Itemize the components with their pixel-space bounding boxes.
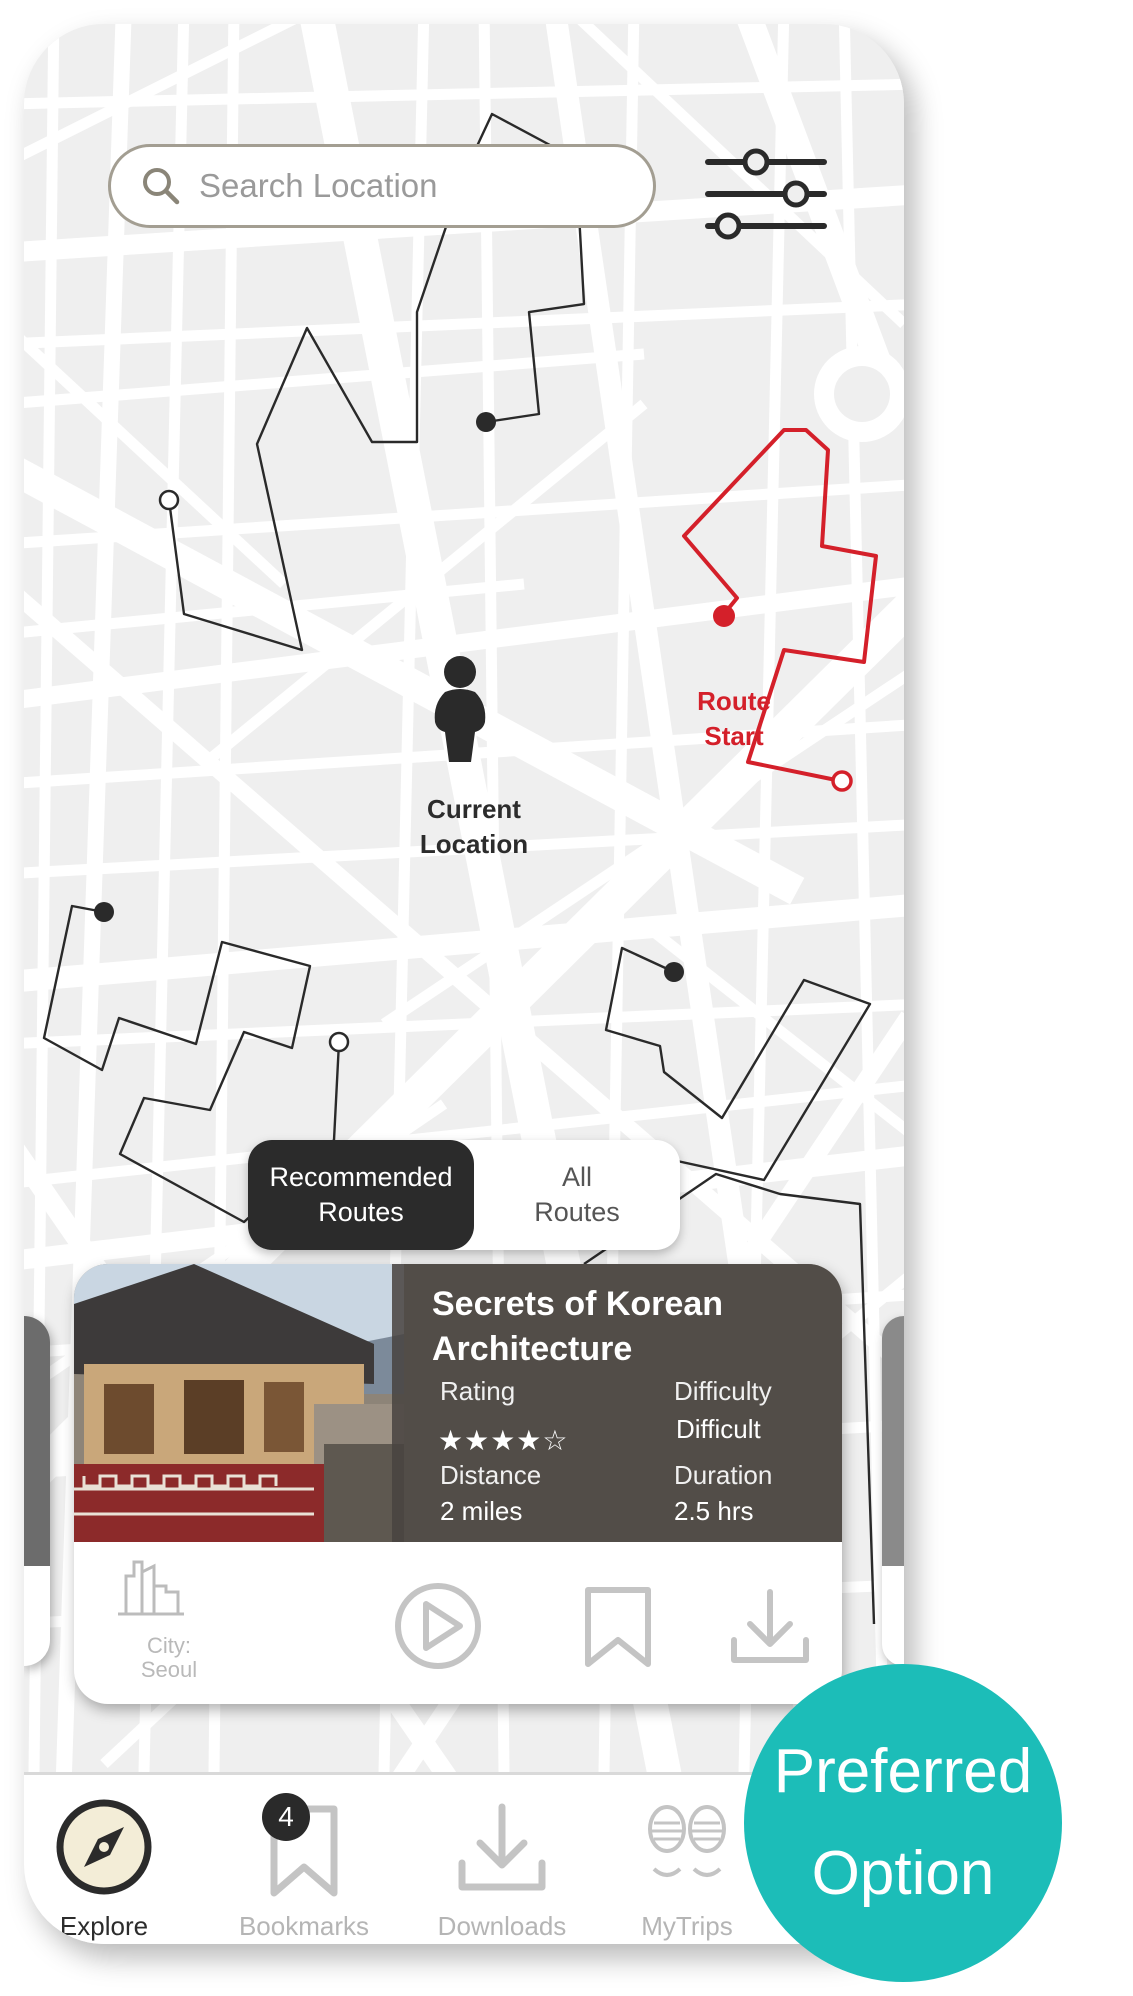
filter-icon[interactable]	[700, 142, 840, 252]
city-label: City: Seoul	[140, 1633, 198, 1682]
current-location-icon	[434, 656, 486, 762]
nav-bookmarks[interactable]: 4 Bookmarks	[204, 1775, 404, 1944]
distance-value: 2 miles	[440, 1496, 523, 1526]
play-icon[interactable]	[395, 1583, 481, 1669]
preferred-option-badge: Preferred Option	[744, 1664, 1062, 1982]
route-title: Secrets of Korean Architecture	[432, 1285, 723, 1368]
distance-label: Distance	[440, 1460, 542, 1490]
route-start-marker	[713, 605, 735, 627]
city-icon	[118, 1560, 184, 1616]
route-start-label: Route Start	[697, 686, 771, 751]
duration-label: Duration	[674, 1460, 773, 1490]
download-icon	[458, 1803, 546, 1891]
route-card[interactable]: Secrets of Korean Architecture Rating ★★…	[74, 1264, 842, 1704]
next-route-card[interactable]	[882, 1316, 904, 1666]
download-icon[interactable]	[731, 1589, 809, 1663]
search-icon	[143, 168, 180, 205]
difficulty-label: Difficulty	[674, 1376, 772, 1406]
current-location-label: Current Location	[419, 794, 529, 859]
bookmark-icon[interactable]	[585, 1587, 651, 1667]
nav-downloads[interactable]: Downloads	[402, 1775, 602, 1944]
compass-icon	[56, 1799, 152, 1895]
nav-mytrips-label: MyTrips	[641, 1911, 733, 1941]
footprints-icon	[648, 1805, 726, 1877]
nav-bookmarks-label: Bookmarks	[238, 1911, 370, 1941]
duration-value: 2.5 hrs	[674, 1496, 754, 1526]
phone-frame: Search Location Current Location Route S…	[24, 24, 904, 1944]
rating-stars: ★★★★☆	[438, 1425, 569, 1456]
rating-label: Rating	[440, 1376, 516, 1406]
nav-explore-label: Explore	[59, 1911, 149, 1941]
route-info-panel: Secrets of Korean Architecture Rating ★★…	[392, 1264, 842, 1542]
nav-explore[interactable]: Explore	[34, 1775, 174, 1944]
search-bar[interactable]: Search Location	[108, 144, 656, 228]
nav-downloads-label: Downloads	[437, 1911, 567, 1941]
previous-route-card[interactable]	[24, 1316, 50, 1666]
tab-recommended-routes[interactable]: Recommended Routes	[248, 1140, 474, 1250]
route-filter-toggle: Recommended Routes All Routes	[248, 1140, 680, 1250]
tab-all-routes[interactable]: All Routes	[474, 1140, 680, 1250]
difficulty-value: Difficult	[676, 1414, 761, 1444]
bookmarks-count-badge: 4	[262, 1793, 310, 1841]
search-placeholder: Search Location	[199, 167, 438, 204]
